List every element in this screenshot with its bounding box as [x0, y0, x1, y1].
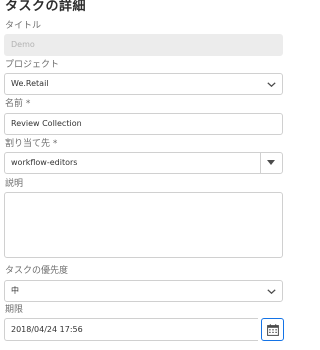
title-value: Demo — [11, 40, 35, 49]
priority-select[interactable]: 中 — [4, 280, 283, 302]
chevron-down-icon — [267, 82, 276, 87]
assignee-label: 割り当て先 * — [5, 139, 58, 149]
calendar-button[interactable] — [261, 318, 284, 341]
description-textarea[interactable] — [4, 192, 283, 258]
description-label: 説明 — [5, 179, 24, 189]
assignee-value: workflow-editors — [11, 158, 78, 167]
project-label: プロジェクト — [5, 60, 60, 70]
due-date-input[interactable]: 2018/04/24 17:56 — [4, 318, 258, 341]
name-label: 名前 * — [5, 99, 31, 109]
assignee-toggle-button[interactable] — [261, 153, 282, 173]
due-date-value: 2018/04/24 17:56 — [11, 325, 83, 334]
title-field: Demo — [4, 34, 283, 56]
project-select[interactable]: We.Retail — [4, 73, 283, 95]
priority-value: 中 — [11, 286, 19, 295]
chevron-down-icon — [267, 289, 276, 294]
name-input[interactable]: Review Collection — [4, 113, 283, 135]
due-date-label: 期限 — [5, 305, 24, 315]
project-value: We.Retail — [11, 79, 49, 88]
title-label: タイトル — [5, 21, 42, 31]
calendar-icon — [267, 324, 279, 336]
page-title: タスクの詳細 — [5, 0, 87, 14]
name-value: Review Collection — [11, 119, 82, 128]
assignee-combobox[interactable]: workflow-editors — [4, 152, 283, 174]
caret-down-icon — [267, 160, 275, 165]
priority-label: タスクの優先度 — [5, 266, 69, 276]
